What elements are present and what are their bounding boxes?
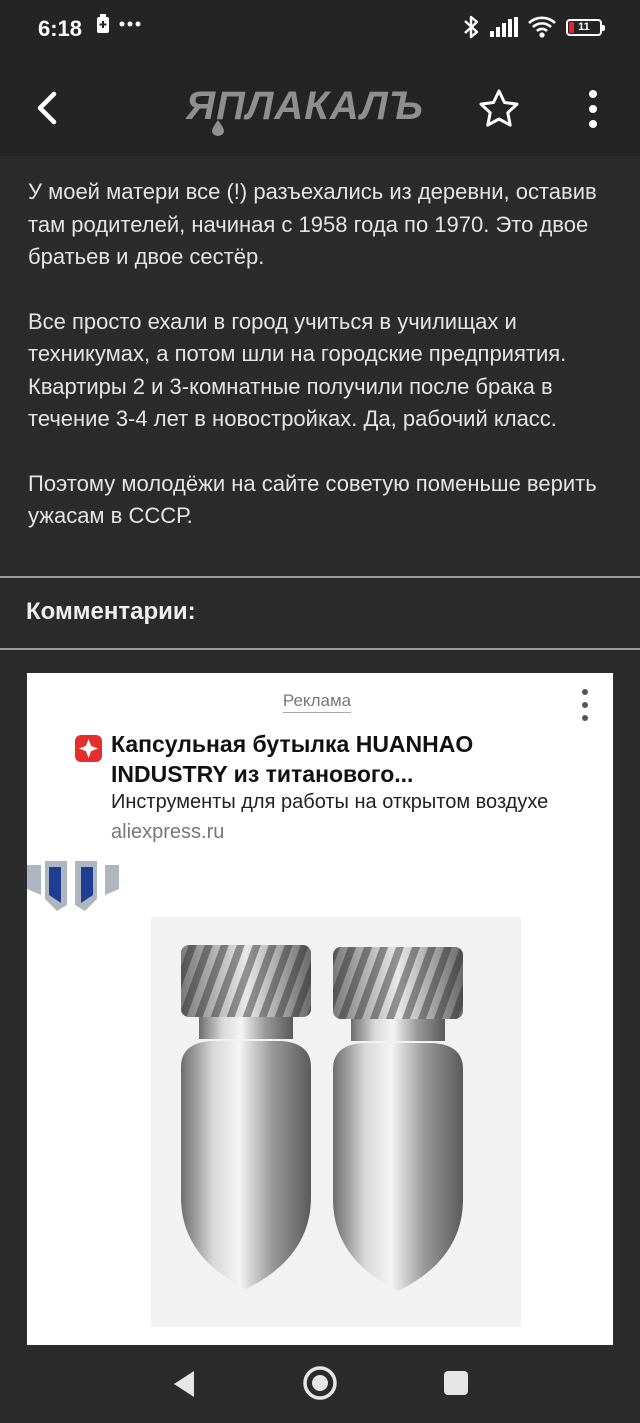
- site-logo[interactable]: ЯПЛАКАЛЪ: [186, 80, 454, 136]
- bluetooth-icon: [464, 15, 479, 39]
- tear-drop-icon: [212, 120, 224, 136]
- app-bar: ЯПЛАКАЛЪ: [0, 60, 640, 156]
- comments-title: Комментарии:: [26, 598, 196, 625]
- more-notifications-icon: [119, 21, 141, 27]
- battery-icon: 11: [566, 18, 605, 36]
- star-icon: [479, 89, 519, 127]
- divider: [0, 576, 640, 578]
- more-menu-button[interactable]: [576, 86, 610, 132]
- ad-card[interactable]: Реклама Капсульная бутылка HUANHAO INDUS…: [27, 673, 613, 1345]
- wifi-icon: [528, 16, 556, 38]
- ad-domain[interactable]: aliexpress.ru: [111, 821, 224, 844]
- status-time: 6:18: [38, 16, 83, 41]
- ad-title[interactable]: Капсульная бутылка HUANHAO INDUSTRY из т…: [111, 729, 591, 789]
- nav-recents-icon[interactable]: [444, 1371, 468, 1395]
- post-paragraph: У моей матери все (!) разъехались из дер…: [28, 179, 597, 269]
- product-image: [151, 917, 521, 1327]
- divider: [0, 648, 640, 650]
- battery-level: 11: [578, 21, 590, 33]
- shop-logo: [27, 861, 119, 911]
- battery-saver-icon: [97, 14, 109, 33]
- aliexpress-icon: [75, 735, 102, 762]
- post-body: У моей матери все (!) разъехались из дер…: [28, 176, 618, 565]
- post-paragraph: Поэтому молодёжи на сайте советую помень…: [28, 470, 597, 529]
- nav-home-icon[interactable]: [302, 1365, 338, 1401]
- status-icons-left: [96, 14, 142, 34]
- status-bar: 6:18 11: [0, 0, 640, 60]
- status-icons-right: 11: [462, 14, 605, 40]
- nav-back-icon[interactable]: [170, 1369, 198, 1399]
- system-nav-bar: [0, 1345, 640, 1423]
- back-button[interactable]: [24, 84, 72, 132]
- ad-description: Инструменты для работы на открытом возду…: [111, 791, 549, 813]
- post-paragraph: Все просто ехали в город учиться в учили…: [28, 308, 567, 432]
- signal-icon: [490, 17, 518, 37]
- ad-label: Реклама: [27, 691, 613, 713]
- favorite-button[interactable]: [476, 86, 522, 132]
- ad-options-button[interactable]: [575, 687, 595, 723]
- back-arrow-icon: [37, 91, 57, 125]
